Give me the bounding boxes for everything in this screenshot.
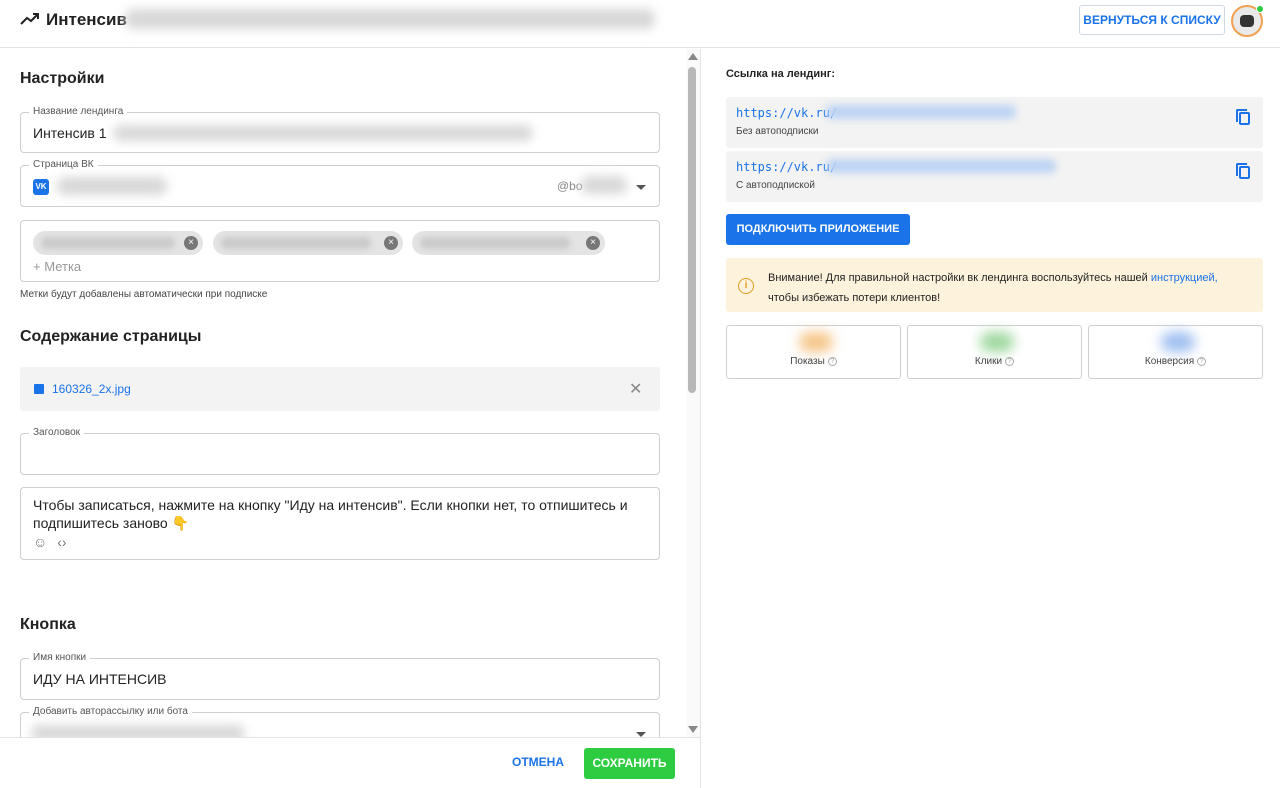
- header: Интенсив ВЕРНУТЬСЯ К СПИСКУ: [0, 0, 1280, 48]
- button-name-value: ИДУ НА ИНТЕНСИВ: [33, 671, 167, 687]
- help-icon[interactable]: ?: [1005, 356, 1015, 366]
- editor-toolbar: ☺ ‹›: [33, 534, 67, 550]
- stat-label-row: Конверсия?: [1089, 356, 1262, 367]
- vk-handle-redacted: [581, 176, 627, 194]
- vk-page-redacted: [57, 177, 167, 195]
- warning-banner: i Внимание! Для правильной настройки вк …: [726, 258, 1263, 312]
- landing-name-field[interactable]: Название лендинга Интенсив 1: [20, 106, 660, 153]
- trending-up-icon: [20, 13, 39, 25]
- link-no-autosubscribe: https://vk.ru/ Без автоподписки: [726, 97, 1263, 148]
- scroll-up-icon[interactable]: [688, 53, 698, 60]
- url-redacted: [826, 105, 1016, 119]
- panel-divider: [700, 49, 701, 788]
- chevron-down-icon[interactable]: [636, 185, 646, 190]
- tags-hint: Метки будут добавлены автоматически при …: [20, 289, 268, 300]
- vk-page-label: Страница ВК: [29, 159, 98, 170]
- image-icon: [34, 384, 44, 394]
- warning-text-end: чтобы избежать потери клиентов!: [768, 292, 941, 304]
- autoresponder-select[interactable]: Добавить авторассылку или бота: [20, 706, 660, 737]
- scroll-down-icon[interactable]: [688, 726, 698, 733]
- cancel-button[interactable]: ОТМЕНА: [512, 755, 564, 769]
- info-icon: i: [738, 278, 754, 294]
- add-tag-placeholder: Метка: [44, 259, 82, 274]
- stat-label: Показы: [790, 356, 825, 367]
- footer: ОТМЕНА СОХРАНИТЬ: [0, 737, 700, 788]
- close-icon[interactable]: ×: [184, 236, 198, 250]
- file-item: 160326_2x.jpg ✕: [20, 367, 660, 411]
- landing-url[interactable]: https://vk.ru/: [736, 160, 837, 174]
- stat-label-row: Показы?: [727, 356, 900, 367]
- vk-handle: @bo: [557, 179, 583, 193]
- stat-value-redacted: [799, 332, 833, 352]
- stat-label: Конверсия: [1144, 356, 1195, 367]
- settings-title: Настройки: [20, 70, 105, 87]
- vk-page-select[interactable]: Страница ВК VK @bo: [20, 159, 660, 207]
- text-field[interactable]: Чтобы записаться, нажмите на кнопку "Иду…: [20, 487, 660, 560]
- landing-name-label: Название лендинга: [29, 106, 128, 117]
- stat-views: Показы?: [726, 325, 901, 379]
- warning-text-start: Внимание! Для правильной настройки вк ле…: [768, 272, 1151, 284]
- tags-field[interactable]: × × × + Метка: [20, 220, 660, 282]
- heading-field[interactable]: Заголовок: [20, 427, 660, 475]
- remove-file-icon[interactable]: ✕: [629, 379, 642, 399]
- warning-text: Внимание! Для правильной настройки вк ле…: [768, 268, 1248, 308]
- text-value: Чтобы записаться, нажмите на кнопку "Иду…: [33, 497, 628, 531]
- connect-app-button[interactable]: ПОДКЛЮЧИТЬ ПРИЛОЖЕНИЕ: [726, 214, 910, 245]
- back-to-list-button[interactable]: ВЕРНУТЬСЯ К СПИСКУ: [1079, 5, 1225, 35]
- url-redacted: [826, 159, 1056, 173]
- landing-link-label: Ссылка на лендинг:: [726, 68, 836, 80]
- heading-label: Заголовок: [29, 427, 85, 438]
- tag-chip[interactable]: ×: [33, 231, 203, 255]
- save-button[interactable]: СОХРАНИТЬ: [584, 748, 675, 779]
- stat-label-row: Клики?: [908, 356, 1081, 367]
- title-redacted: [125, 9, 655, 29]
- button-section-title: Кнопка: [20, 616, 76, 633]
- vk-icon: VK: [33, 179, 49, 195]
- stat-clicks: Клики?: [907, 325, 1082, 379]
- help-icon[interactable]: ?: [827, 356, 837, 366]
- scrollbar[interactable]: [686, 49, 700, 737]
- stat-value-redacted: [980, 332, 1014, 352]
- landing-url[interactable]: https://vk.ru/: [736, 106, 837, 120]
- tag-redacted: [41, 237, 175, 249]
- button-name-field[interactable]: Имя кнопки ИДУ НА ИНТЕНСИВ: [20, 652, 660, 700]
- close-icon[interactable]: ×: [586, 236, 600, 250]
- emoji-icon[interactable]: ☺: [33, 534, 47, 550]
- landing-name-redacted: [113, 125, 533, 141]
- link-autosubscribe: https://vk.ru/ С автоподпиской: [726, 151, 1263, 202]
- scrollbar-thumb[interactable]: [688, 67, 696, 393]
- copy-icon[interactable]: [1236, 163, 1250, 179]
- help-icon[interactable]: ?: [1197, 356, 1207, 366]
- add-tag-input[interactable]: + Метка: [33, 259, 81, 274]
- copy-icon[interactable]: [1236, 109, 1250, 125]
- online-indicator: [1256, 5, 1264, 13]
- link-description: Без автоподписки: [736, 126, 819, 137]
- avatar[interactable]: [1231, 5, 1264, 37]
- content-title: Содержание страницы: [20, 328, 202, 345]
- autoresponder-label: Добавить авторассылку или бота: [29, 706, 192, 717]
- tag-chip[interactable]: ×: [412, 231, 605, 255]
- button-name-label: Имя кнопки: [29, 652, 91, 663]
- settings-panel: Настройки Название лендинга Интенсив 1 С…: [0, 49, 686, 737]
- code-icon[interactable]: ‹›: [57, 534, 66, 550]
- instruction-link[interactable]: инструкцией,: [1151, 272, 1218, 284]
- stat-conversion: Конверсия?: [1088, 325, 1263, 379]
- page-title: Интенсив: [46, 10, 127, 29]
- autoresponder-redacted: [31, 725, 245, 737]
- landing-name-value: Интенсив 1: [33, 125, 107, 141]
- tag-chip[interactable]: ×: [213, 231, 403, 255]
- file-name-link[interactable]: 160326_2x.jpg: [52, 382, 131, 396]
- stat-value-redacted: [1161, 332, 1195, 352]
- stat-label: Клики: [974, 356, 1003, 367]
- avatar-face-icon: [1240, 15, 1254, 27]
- tag-redacted: [420, 237, 570, 249]
- link-description: С автоподпиской: [736, 180, 815, 191]
- tag-redacted: [221, 237, 371, 249]
- close-icon[interactable]: ×: [384, 236, 398, 250]
